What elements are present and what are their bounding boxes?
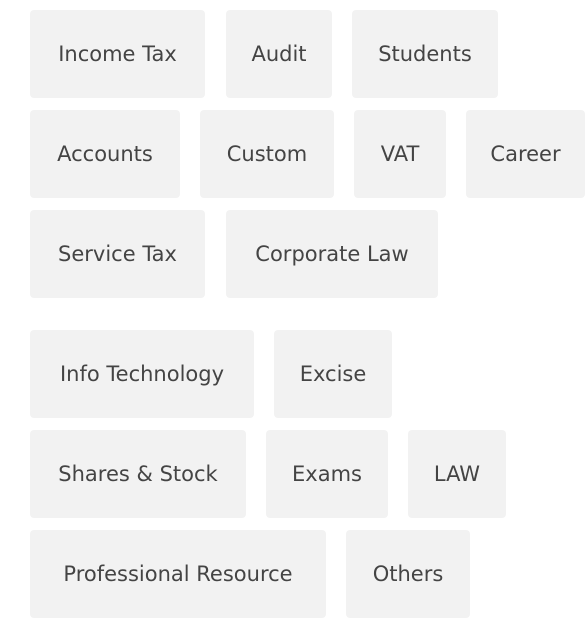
tag-exams[interactable]: Exams — [266, 430, 388, 518]
tag-career[interactable]: Career — [466, 110, 585, 198]
tag-audit[interactable]: Audit — [226, 10, 332, 98]
tag-vat[interactable]: VAT — [354, 110, 446, 198]
tag-accounts[interactable]: Accounts — [30, 110, 180, 198]
tag-students[interactable]: Students — [352, 10, 498, 98]
tag-custom[interactable]: Custom — [200, 110, 334, 198]
tag-professional-resource[interactable]: Professional Resource — [30, 530, 326, 618]
tag-info-technology[interactable]: Info Technology — [30, 330, 254, 418]
tag-others[interactable]: Others — [346, 530, 470, 618]
tag-corporate-law[interactable]: Corporate Law — [226, 210, 438, 298]
tag-income-tax[interactable]: Income Tax — [30, 10, 205, 98]
tag-excise[interactable]: Excise — [274, 330, 392, 418]
tag-service-tax[interactable]: Service Tax — [30, 210, 205, 298]
tag-law[interactable]: LAW — [408, 430, 506, 518]
tag-shares-and-stock[interactable]: Shares & Stock — [30, 430, 246, 518]
